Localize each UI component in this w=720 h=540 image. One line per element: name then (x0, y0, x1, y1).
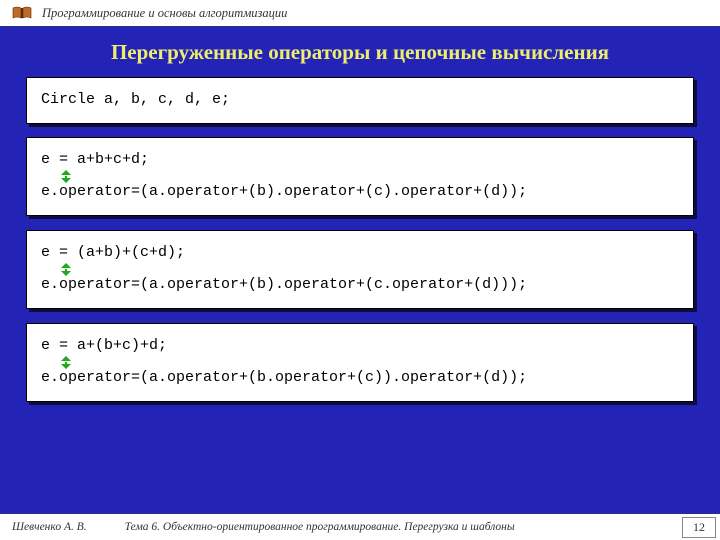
book-icon (12, 6, 32, 20)
slide: Программирование и основы алгоритмизации… (0, 0, 720, 540)
code-block: e = a+(b+c)+d; e.operator=(a.operator+(b… (26, 323, 694, 402)
code-line: e = (a+b)+(c+d); (41, 245, 679, 262)
page-number: 12 (682, 517, 716, 538)
slide-title: Перегруженные операторы и цепочные вычис… (26, 40, 694, 65)
code-line: e.operator=(a.operator+(b).operator+(c.o… (41, 277, 679, 294)
code-block: Circle a, b, c, d, e; (26, 77, 694, 124)
code-block: e = a+b+c+d; e.operator=(a.operator+(b).… (26, 137, 694, 216)
code-line: Circle a, b, c, d, e; (41, 92, 679, 109)
code-line: e = a+b+c+d; (41, 152, 679, 169)
code-line: e.operator=(a.operator+(b.operator+(c)).… (41, 370, 679, 387)
double-arrow-icon (59, 168, 73, 184)
slide-body: Перегруженные операторы и цепочные вычис… (0, 28, 720, 514)
double-arrow-icon (59, 354, 73, 370)
code-line: e.operator=(a.operator+(b).operator+(c).… (41, 184, 679, 201)
footer-topic: Тема 6. Объектно-ориентированное програм… (125, 521, 515, 533)
code-line: e = a+(b+c)+d; (41, 338, 679, 355)
header: Программирование и основы алгоритмизации (0, 0, 720, 28)
double-arrow-icon (59, 261, 73, 277)
arrow-row (41, 261, 679, 277)
arrow-row (41, 354, 679, 370)
course-title: Программирование и основы алгоритмизации (42, 6, 287, 21)
arrow-row (41, 168, 679, 184)
footer-author: Шевченко А. В. (12, 521, 87, 533)
code-block: e = (a+b)+(c+d); e.operator=(a.operator+… (26, 230, 694, 309)
footer: Шевченко А. В. Тема 6. Объектно-ориентир… (0, 512, 720, 540)
